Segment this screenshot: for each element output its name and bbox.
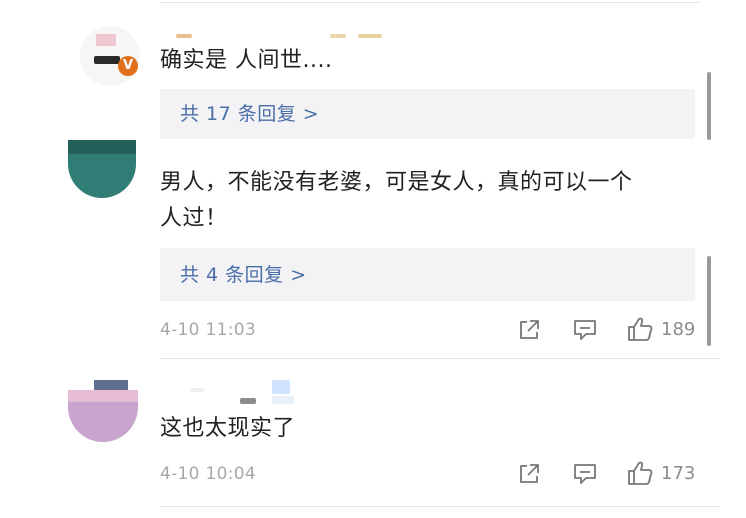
username-blur — [176, 34, 192, 38]
replies-box[interactable]: 共 4 条回复 > — [160, 248, 695, 301]
avatar-shade — [68, 390, 138, 402]
share-icon[interactable] — [517, 318, 541, 342]
comment-text-line-2: 人过！ — [160, 206, 228, 231]
timestamp: 4-10 10:04 — [160, 464, 256, 484]
replies-box[interactable]: 共 17 条回复 > — [160, 89, 695, 139]
comment-text: 这也太现实了 — [160, 416, 296, 441]
comment-text: 确实是 人间世.... — [160, 48, 333, 73]
avatar-pink-block — [96, 34, 116, 46]
share-icon[interactable] — [517, 462, 541, 486]
avatar-shade — [68, 140, 136, 154]
comment-divider — [160, 506, 720, 507]
like-icon[interactable] — [626, 460, 654, 486]
scrollbar[interactable] — [707, 256, 711, 346]
username-blur — [272, 380, 290, 394]
view-replies-link[interactable]: 共 17 条回复 > — [180, 99, 319, 126]
comment-2: 男人，不能没有老婆，可是女人，真的可以一个 人过！ 共 4 条回复 > 4-10… — [0, 140, 746, 360]
comment-1: V 确实是 人间世.... 共 17 条回复 > — [0, 0, 746, 150]
comment-3: 这也太现实了 4-10 10:04 173 — [0, 360, 746, 518]
verified-badge-icon: V — [118, 56, 138, 76]
view-replies-link[interactable]: 共 4 条回复 > — [180, 260, 307, 287]
username-blur — [190, 388, 204, 392]
like-count: 173 — [661, 463, 696, 484]
comment-text-line-1: 男人，不能没有老婆，可是女人，真的可以一个 — [160, 170, 633, 195]
username-blur — [240, 398, 256, 404]
like-count: 189 — [661, 319, 696, 340]
comment-divider — [160, 358, 720, 359]
comment-icon[interactable] — [572, 318, 598, 342]
username-blur — [330, 34, 346, 38]
comment-icon[interactable] — [572, 462, 598, 486]
avatar[interactable] — [68, 390, 138, 442]
avatar[interactable] — [68, 140, 136, 198]
verified-badge-label: V — [122, 58, 134, 73]
username-blur — [358, 34, 382, 38]
avatar-dark-block — [94, 56, 120, 64]
timestamp: 4-10 11:03 — [160, 320, 256, 340]
like-icon[interactable] — [626, 316, 654, 342]
username-blur — [272, 396, 294, 404]
scrollbar[interactable] — [707, 72, 711, 140]
